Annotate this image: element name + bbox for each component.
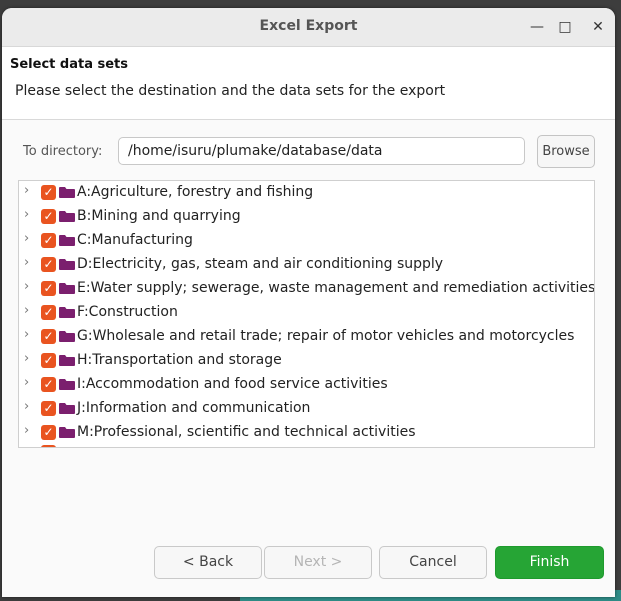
wizard-header: Select data sets Please select the desti… bbox=[2, 47, 615, 120]
browse-button[interactable]: Browse bbox=[537, 135, 595, 168]
folder-icon bbox=[59, 331, 75, 342]
tree-row-label: H:Transportation and storage bbox=[77, 352, 282, 368]
row-checkbox[interactable]: ✓ bbox=[41, 209, 56, 224]
chevron-right-icon[interactable]: › bbox=[24, 351, 29, 366]
tree-row[interactable]: › ✓ F:Construction bbox=[19, 301, 594, 325]
folder-icon bbox=[59, 307, 75, 318]
minimize-button[interactable]: — bbox=[527, 17, 547, 37]
tree-row-label: B:Mining and quarrying bbox=[77, 208, 241, 224]
directory-label: To directory: bbox=[23, 144, 103, 159]
data-set-tree[interactable]: › ✓ A:Agriculture, forestry and fishing › ✓ B… bbox=[18, 180, 595, 448]
row-checkbox[interactable]: ✓ bbox=[41, 377, 56, 392]
tree-row-label: E:Water supply; sewerage, waste manageme… bbox=[77, 280, 595, 296]
row-checkbox[interactable]: ✓ bbox=[41, 401, 56, 416]
next-button[interactable]: Next > bbox=[264, 546, 372, 579]
folder-icon bbox=[59, 283, 75, 294]
folder-icon bbox=[59, 403, 75, 414]
tree-row-label: F:Construction bbox=[77, 304, 178, 320]
tree-row[interactable]: › ✓ D:Electricity, gas, steam and air cond… bbox=[19, 253, 594, 277]
tree-row-label: A:Agriculture, forestry and fishing bbox=[77, 184, 314, 200]
finish-button[interactable]: Finish bbox=[495, 546, 604, 579]
tree-row[interactable]: › ✓ E:Water supply; sewerage, waste manage… bbox=[19, 277, 594, 301]
cancel-button[interactable]: Cancel bbox=[379, 546, 487, 579]
tree-row[interactable]: › ✓ A:Agriculture, forestry and fishing bbox=[19, 181, 594, 205]
back-button[interactable]: < Back bbox=[154, 546, 262, 579]
tree-row[interactable]: › ✓ M:Professional, scientific and technic… bbox=[19, 421, 594, 445]
tree-row[interactable]: › ✓ B:Mining and quarrying bbox=[19, 205, 594, 229]
tree-row-label: C:Manufacturing bbox=[77, 232, 193, 248]
tree-row[interactable]: › ✓ H:Transportation and storage bbox=[19, 349, 594, 373]
chevron-right-icon[interactable]: › bbox=[24, 183, 29, 198]
tree-row-label: D:Electricity, gas, steam and air condit… bbox=[77, 256, 444, 272]
title-bar: Excel Export — □ ✕ bbox=[2, 8, 615, 47]
chevron-right-icon[interactable]: › bbox=[24, 423, 29, 438]
chevron-right-icon[interactable]: › bbox=[24, 375, 29, 390]
row-checkbox[interactable]: ✓ bbox=[41, 353, 56, 368]
row-checkbox[interactable]: ✓ bbox=[41, 185, 56, 200]
excel-export-dialog: Excel Export — □ ✕ Select data sets Plea… bbox=[2, 8, 615, 597]
chevron-right-icon[interactable]: › bbox=[24, 327, 29, 342]
tree-row[interactable]: › ✓ G:Wholesale and retail trade; repair o… bbox=[19, 325, 594, 349]
row-checkbox bbox=[41, 445, 56, 447]
row-checkbox[interactable]: ✓ bbox=[41, 305, 56, 320]
tree-row[interactable]: › ✓ C:Manufacturing bbox=[19, 229, 594, 253]
page-title: Select data sets bbox=[10, 57, 128, 72]
folder-icon bbox=[59, 355, 75, 366]
maximize-button[interactable]: □ bbox=[555, 17, 575, 37]
tree-row[interactable]: › ✓ I:Accommodation and food service activ… bbox=[19, 373, 594, 397]
row-checkbox[interactable]: ✓ bbox=[41, 329, 56, 344]
row-checkbox[interactable]: ✓ bbox=[41, 281, 56, 296]
row-checkbox[interactable]: ✓ bbox=[41, 233, 56, 248]
folder-icon bbox=[59, 379, 75, 390]
folder-icon bbox=[59, 211, 75, 222]
tree-row-partial bbox=[19, 445, 594, 447]
tree-row-label: I:Accommodation and food service activit… bbox=[77, 376, 388, 392]
chevron-right-icon[interactable]: › bbox=[24, 231, 29, 246]
chevron-right-icon[interactable]: › bbox=[24, 399, 29, 414]
folder-icon bbox=[59, 259, 75, 270]
row-checkbox[interactable]: ✓ bbox=[41, 257, 56, 272]
row-checkbox[interactable]: ✓ bbox=[41, 425, 56, 440]
tree-row[interactable]: › ✓ J:Information and communication bbox=[19, 397, 594, 421]
chevron-right-icon[interactable]: › bbox=[24, 255, 29, 270]
folder-icon bbox=[59, 235, 75, 246]
page-description: Please select the destination and the da… bbox=[15, 83, 446, 99]
chevron-right-icon[interactable]: › bbox=[24, 207, 29, 222]
directory-input[interactable]: /home/isuru/plumake/database/data bbox=[118, 137, 525, 165]
tree-row-label: G:Wholesale and retail trade; repair of … bbox=[77, 328, 575, 344]
tree-row-label: J:Information and communication bbox=[77, 400, 311, 416]
window-title: Excel Export bbox=[259, 18, 358, 34]
close-button[interactable]: ✕ bbox=[588, 17, 608, 37]
folder-icon bbox=[59, 187, 75, 198]
folder-icon bbox=[59, 427, 75, 438]
chevron-right-icon[interactable]: › bbox=[24, 279, 29, 294]
chevron-right-icon[interactable]: › bbox=[24, 303, 29, 318]
tree-row-label: M:Professional, scientific and technical… bbox=[77, 424, 416, 440]
